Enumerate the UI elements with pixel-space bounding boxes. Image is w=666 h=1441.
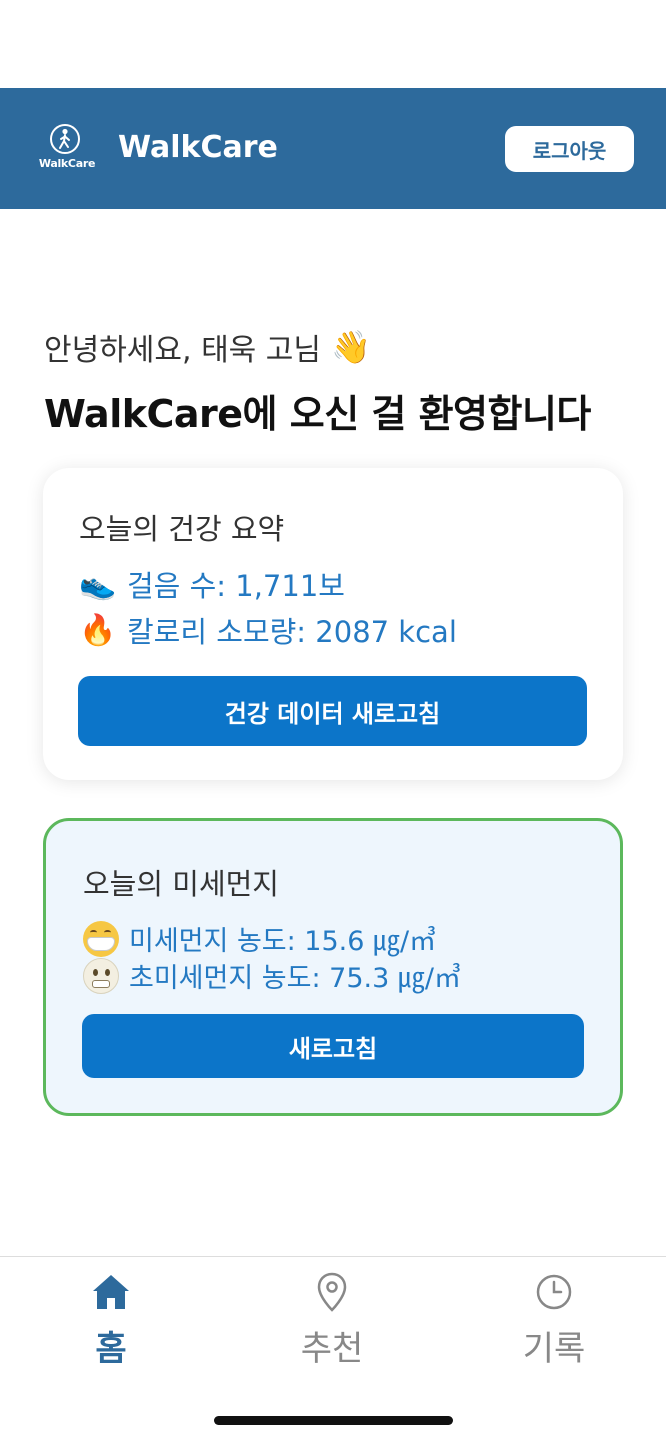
pm25-row: 초미세먼지 농도: 75.3 ㎍/㎥ bbox=[83, 956, 461, 995]
dust-card-title: 오늘의 미세먼지 bbox=[83, 867, 279, 901]
steps-text: 걸음 수: 1,711보 bbox=[127, 569, 345, 603]
clock-icon bbox=[535, 1271, 573, 1313]
welcome-title: WalkCare에 오신 걸 환영합니다 bbox=[44, 392, 591, 436]
nav-item-home[interactable]: 홈 bbox=[41, 1271, 181, 1370]
logo-text: WalkCare bbox=[38, 157, 96, 170]
refresh-health-button[interactable]: 건강 데이터 새로고침 bbox=[78, 676, 587, 746]
app-logo: WalkCare bbox=[36, 124, 98, 174]
calories-text: 칼로리 소모량: 2087 kcal bbox=[127, 615, 457, 649]
home-icon bbox=[91, 1271, 131, 1313]
pm10-row: 미세먼지 농도: 15.6 ㎍/㎥ bbox=[83, 919, 436, 958]
home-indicator[interactable] bbox=[214, 1416, 453, 1425]
greeting: 안녕하세요, 태욱 고님 👋 bbox=[44, 325, 371, 369]
grimace-face-icon bbox=[83, 957, 119, 994]
pm25-text: 초미세먼지 농도: 75.3 ㎍/㎥ bbox=[129, 963, 461, 994]
nav-item-history[interactable]: 기록 bbox=[484, 1271, 624, 1370]
app-title: WalkCare bbox=[118, 130, 278, 165]
health-card-title: 오늘의 건강 요약 bbox=[79, 512, 285, 546]
map-pin-icon bbox=[316, 1271, 348, 1313]
greeting-text: 안녕하세요, 태욱 고님 bbox=[44, 333, 322, 368]
fine-dust-card: 오늘의 미세먼지 미세먼지 농도: 15.6 ㎍/㎥ 초미세먼지 농도: 75.… bbox=[43, 818, 623, 1116]
waving-hand-icon: 👋 bbox=[331, 328, 371, 366]
mask-face-icon bbox=[83, 920, 119, 957]
calories-row: 🔥 칼로리 소모량: 2087 kcal bbox=[79, 609, 457, 651]
health-summary-card: 오늘의 건강 요약 👟 걸음 수: 1,711보 🔥 칼로리 소모량: 2087… bbox=[43, 468, 623, 780]
app-header: WalkCare WalkCare 로그아웃 bbox=[0, 88, 666, 209]
steps-row: 👟 걸음 수: 1,711보 bbox=[79, 563, 345, 605]
sneaker-icon: 👟 bbox=[79, 566, 117, 602]
walker-icon bbox=[50, 124, 80, 154]
logout-button[interactable]: 로그아웃 bbox=[505, 126, 634, 172]
refresh-dust-button[interactable]: 새로고침 bbox=[82, 1014, 584, 1078]
bottom-navigation: 홈 추천 기록 bbox=[0, 1256, 666, 1441]
status-bar-area bbox=[0, 0, 666, 88]
nav-label-home: 홈 bbox=[95, 1329, 127, 1369]
fire-icon: 🔥 bbox=[79, 612, 117, 648]
nav-item-recommend[interactable]: 추천 bbox=[262, 1271, 402, 1370]
nav-label-recommend: 추천 bbox=[300, 1329, 364, 1369]
pm10-text: 미세먼지 농도: 15.6 ㎍/㎥ bbox=[129, 926, 437, 957]
nav-label-history: 기록 bbox=[522, 1329, 586, 1369]
